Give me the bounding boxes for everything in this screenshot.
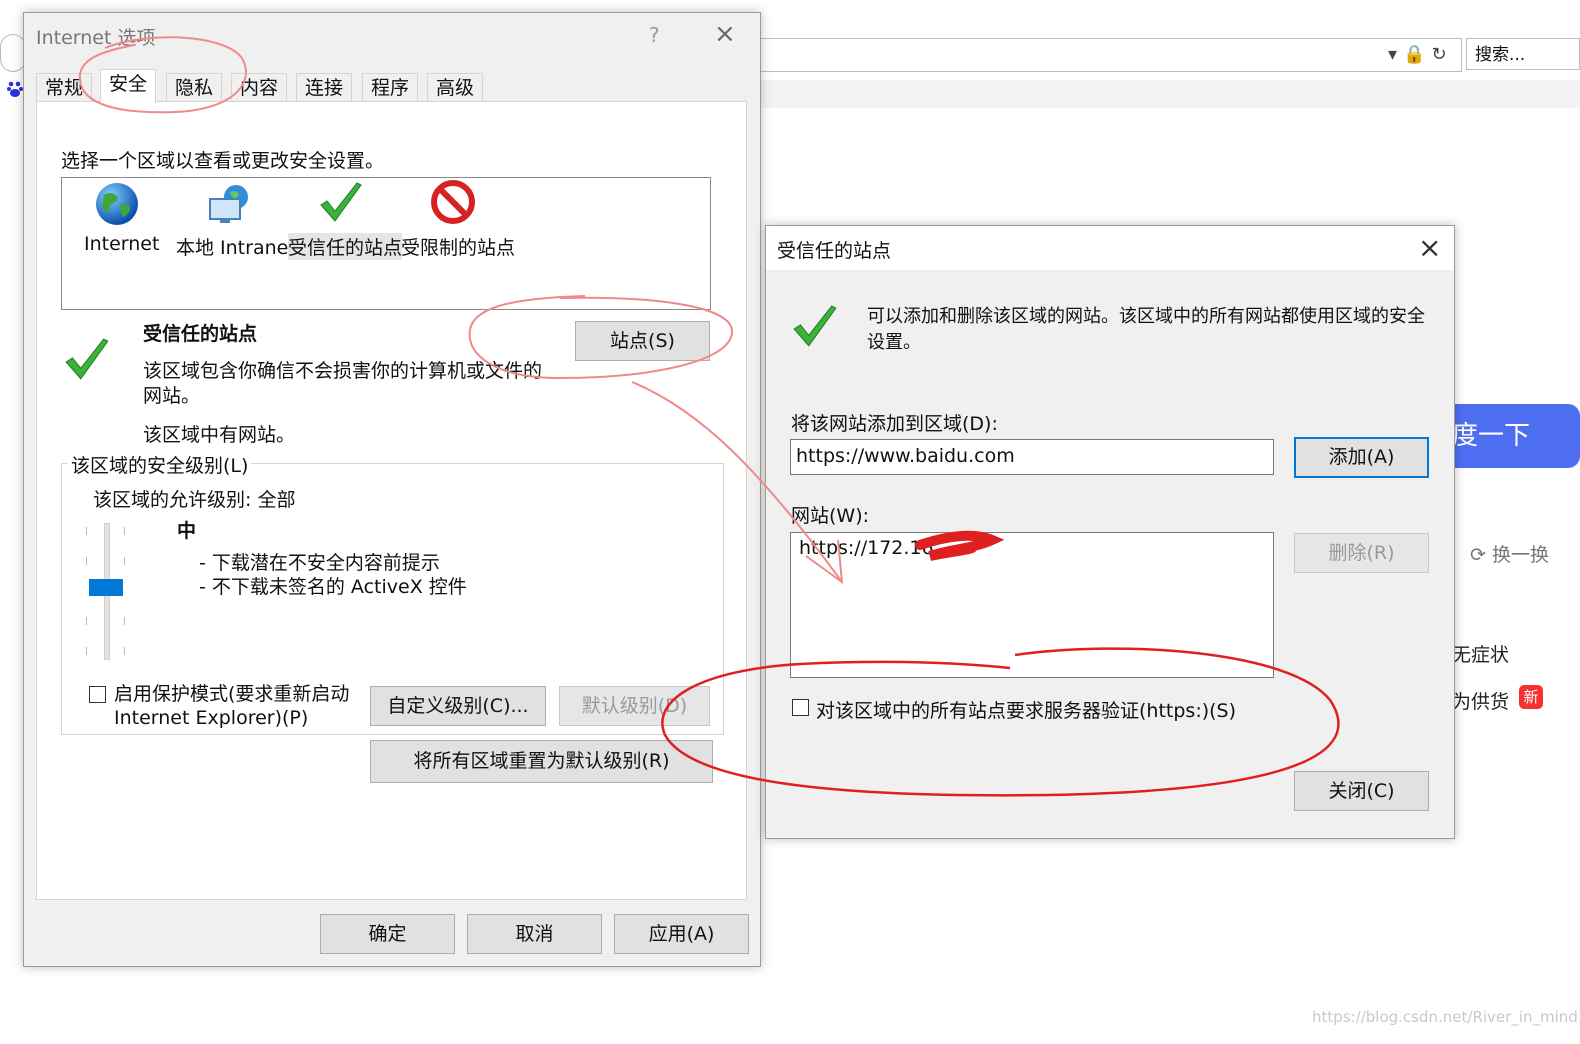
browser-search-input[interactable]: 搜索... xyxy=(1466,38,1580,70)
add-button[interactable]: 添加(A) xyxy=(1294,437,1429,478)
slider-tick xyxy=(86,557,87,565)
tab-advanced[interactable]: 高级 xyxy=(427,73,484,102)
slider-tick xyxy=(124,617,125,625)
allowed-levels-text: 该区域的允许级别: 全部 xyxy=(93,489,296,511)
security-level-legend: 该区域的安全级别(L) xyxy=(68,451,252,478)
refresh-icon[interactable]: ↻ xyxy=(1431,44,1452,65)
hot-item-2[interactable]: 为供货 xyxy=(1452,687,1509,714)
level-name: 中 xyxy=(177,520,197,542)
zone-local-intranet[interactable]: 本地 Intranet xyxy=(176,233,296,260)
lock-icon: 🔒 xyxy=(1403,44,1432,65)
zone-restricted-sites[interactable]: 受限制的站点 xyxy=(401,233,515,260)
tab-security[interactable]: 安全 xyxy=(100,69,157,103)
sites-button[interactable]: 站点(S) xyxy=(575,321,710,361)
site-list-item[interactable]: https://172.16. xyxy=(799,537,940,559)
cancel-button[interactable]: 取消 xyxy=(467,914,602,954)
trusted-sites-dialog: 受信任的站点 × 可以添加和删除该区域的网站。该区域中的所有网站都使用区域的安全… xyxy=(765,225,1455,839)
protected-mode-label-line1: 启用保护模式(要求重新启动 xyxy=(114,683,350,705)
slider-tick xyxy=(86,647,87,655)
tab-connections[interactable]: 连接 xyxy=(296,73,353,102)
refresh-hot-label: 换一换 xyxy=(1491,544,1549,566)
tab-programs[interactable]: 程序 xyxy=(362,73,419,102)
help-button[interactable]: ? xyxy=(649,23,660,47)
slider-tick xyxy=(124,557,125,565)
slider-tick xyxy=(124,647,125,655)
hot-item-1[interactable]: 无症状 xyxy=(1452,640,1509,667)
globe-icon[interactable] xyxy=(94,181,140,227)
address-bar-icons[interactable]: ▾🔒↻ xyxy=(1388,44,1453,65)
zone-instruction: 选择一个区域以查看或更改安全设置。 xyxy=(61,150,385,172)
close-icon[interactable]: × xyxy=(1418,231,1441,264)
protected-mode-label-line2: Internet Explorer)(P) xyxy=(114,707,309,729)
add-site-input[interactable]: https://www.baidu.com xyxy=(790,439,1274,475)
tab-content[interactable]: 内容 xyxy=(231,73,288,102)
trusted-dialog-title: 受信任的站点 xyxy=(777,240,892,262)
trusted-zone-check-icon xyxy=(62,335,112,385)
require-https-checkbox[interactable] xyxy=(792,699,809,716)
tab-privacy[interactable]: 隐私 xyxy=(166,73,223,102)
favorites-bar xyxy=(760,80,1580,108)
refresh-hot-link[interactable]: ⟳ 换一换 xyxy=(1470,540,1549,567)
intranet-icon[interactable] xyxy=(208,183,254,227)
reset-all-zones-button[interactable]: 将所有区域重置为默认级别(R) xyxy=(370,740,713,783)
zone-info-desc: 该区域包含你确信不会损害你的计算机或文件的网站。 xyxy=(143,360,543,407)
zone-trusted-sites[interactable]: 受信任的站点 xyxy=(288,233,403,260)
close-icon[interactable]: × xyxy=(714,19,736,49)
baidu-paw-icon xyxy=(6,78,24,100)
tab-general[interactable]: 常规 xyxy=(36,73,93,102)
address-bar[interactable] xyxy=(760,38,1462,72)
sites-list[interactable]: https://172.16. xyxy=(790,532,1274,678)
close-button[interactable]: 关闭(C) xyxy=(1294,771,1429,811)
trusted-desc-line2: 设置。 xyxy=(867,332,921,353)
dropdown-arrow-icon[interactable]: ▾ xyxy=(1388,44,1403,65)
security-slider-thumb[interactable] xyxy=(89,579,123,596)
checkmark-icon[interactable] xyxy=(317,179,365,227)
default-level-button[interactable]: 默认级别(D) xyxy=(559,686,710,726)
custom-level-button[interactable]: 自定义级别(C)... xyxy=(370,686,546,726)
protected-mode-checkbox[interactable] xyxy=(89,686,106,703)
apply-button[interactable]: 应用(A) xyxy=(614,914,749,954)
add-site-label: 将该网站添加到区域(D): xyxy=(791,413,998,435)
slider-tick xyxy=(86,617,87,625)
slider-tick xyxy=(86,527,87,535)
zone-internet[interactable]: Internet xyxy=(84,233,159,255)
zone-has-sites-text: 该区域中有网站。 xyxy=(143,424,296,446)
sites-label: 网站(W): xyxy=(791,505,870,527)
baidu-search-button[interactable]: 度一下 xyxy=(1444,404,1580,468)
zone-info-title: 受信任的站点 xyxy=(143,323,258,345)
trusted-check-icon xyxy=(790,302,840,352)
trusted-dialog-desc: 可以添加和删除该区域的网站。该区域中的所有网站都使用区域的安全 设置。 xyxy=(867,304,1437,356)
level-desc-2: - 不下载未签名的 ActiveX 控件 xyxy=(199,576,467,598)
trusted-desc-line1: 可以添加和删除该区域的网站。该区域中的所有网站都使用区域的安全 xyxy=(867,306,1425,327)
restricted-icon[interactable] xyxy=(430,179,476,225)
internet-options-dialog: Internet 选项 ? × 常规 安全 隐私 内容 连接 程序 高级 选择一… xyxy=(23,12,761,967)
slider-tick xyxy=(124,527,125,535)
dialog-title: Internet 选项 xyxy=(36,27,156,49)
protected-mode-label[interactable]: 启用保护模式(要求重新启动 Internet Explorer)(P) xyxy=(114,682,349,730)
refresh-small-icon: ⟳ xyxy=(1470,544,1486,566)
require-https-label[interactable]: 对该区域中的所有站点要求服务器验证(https:)(S) xyxy=(816,696,1236,723)
ok-button[interactable]: 确定 xyxy=(320,914,455,954)
level-desc-1: - 下载潜在不安全内容前提示 xyxy=(199,552,440,574)
new-badge: 新 xyxy=(1519,685,1543,709)
watermark: https://blog.csdn.net/River_in_mind xyxy=(1312,1008,1578,1026)
remove-button[interactable]: 删除(R) xyxy=(1294,533,1429,573)
